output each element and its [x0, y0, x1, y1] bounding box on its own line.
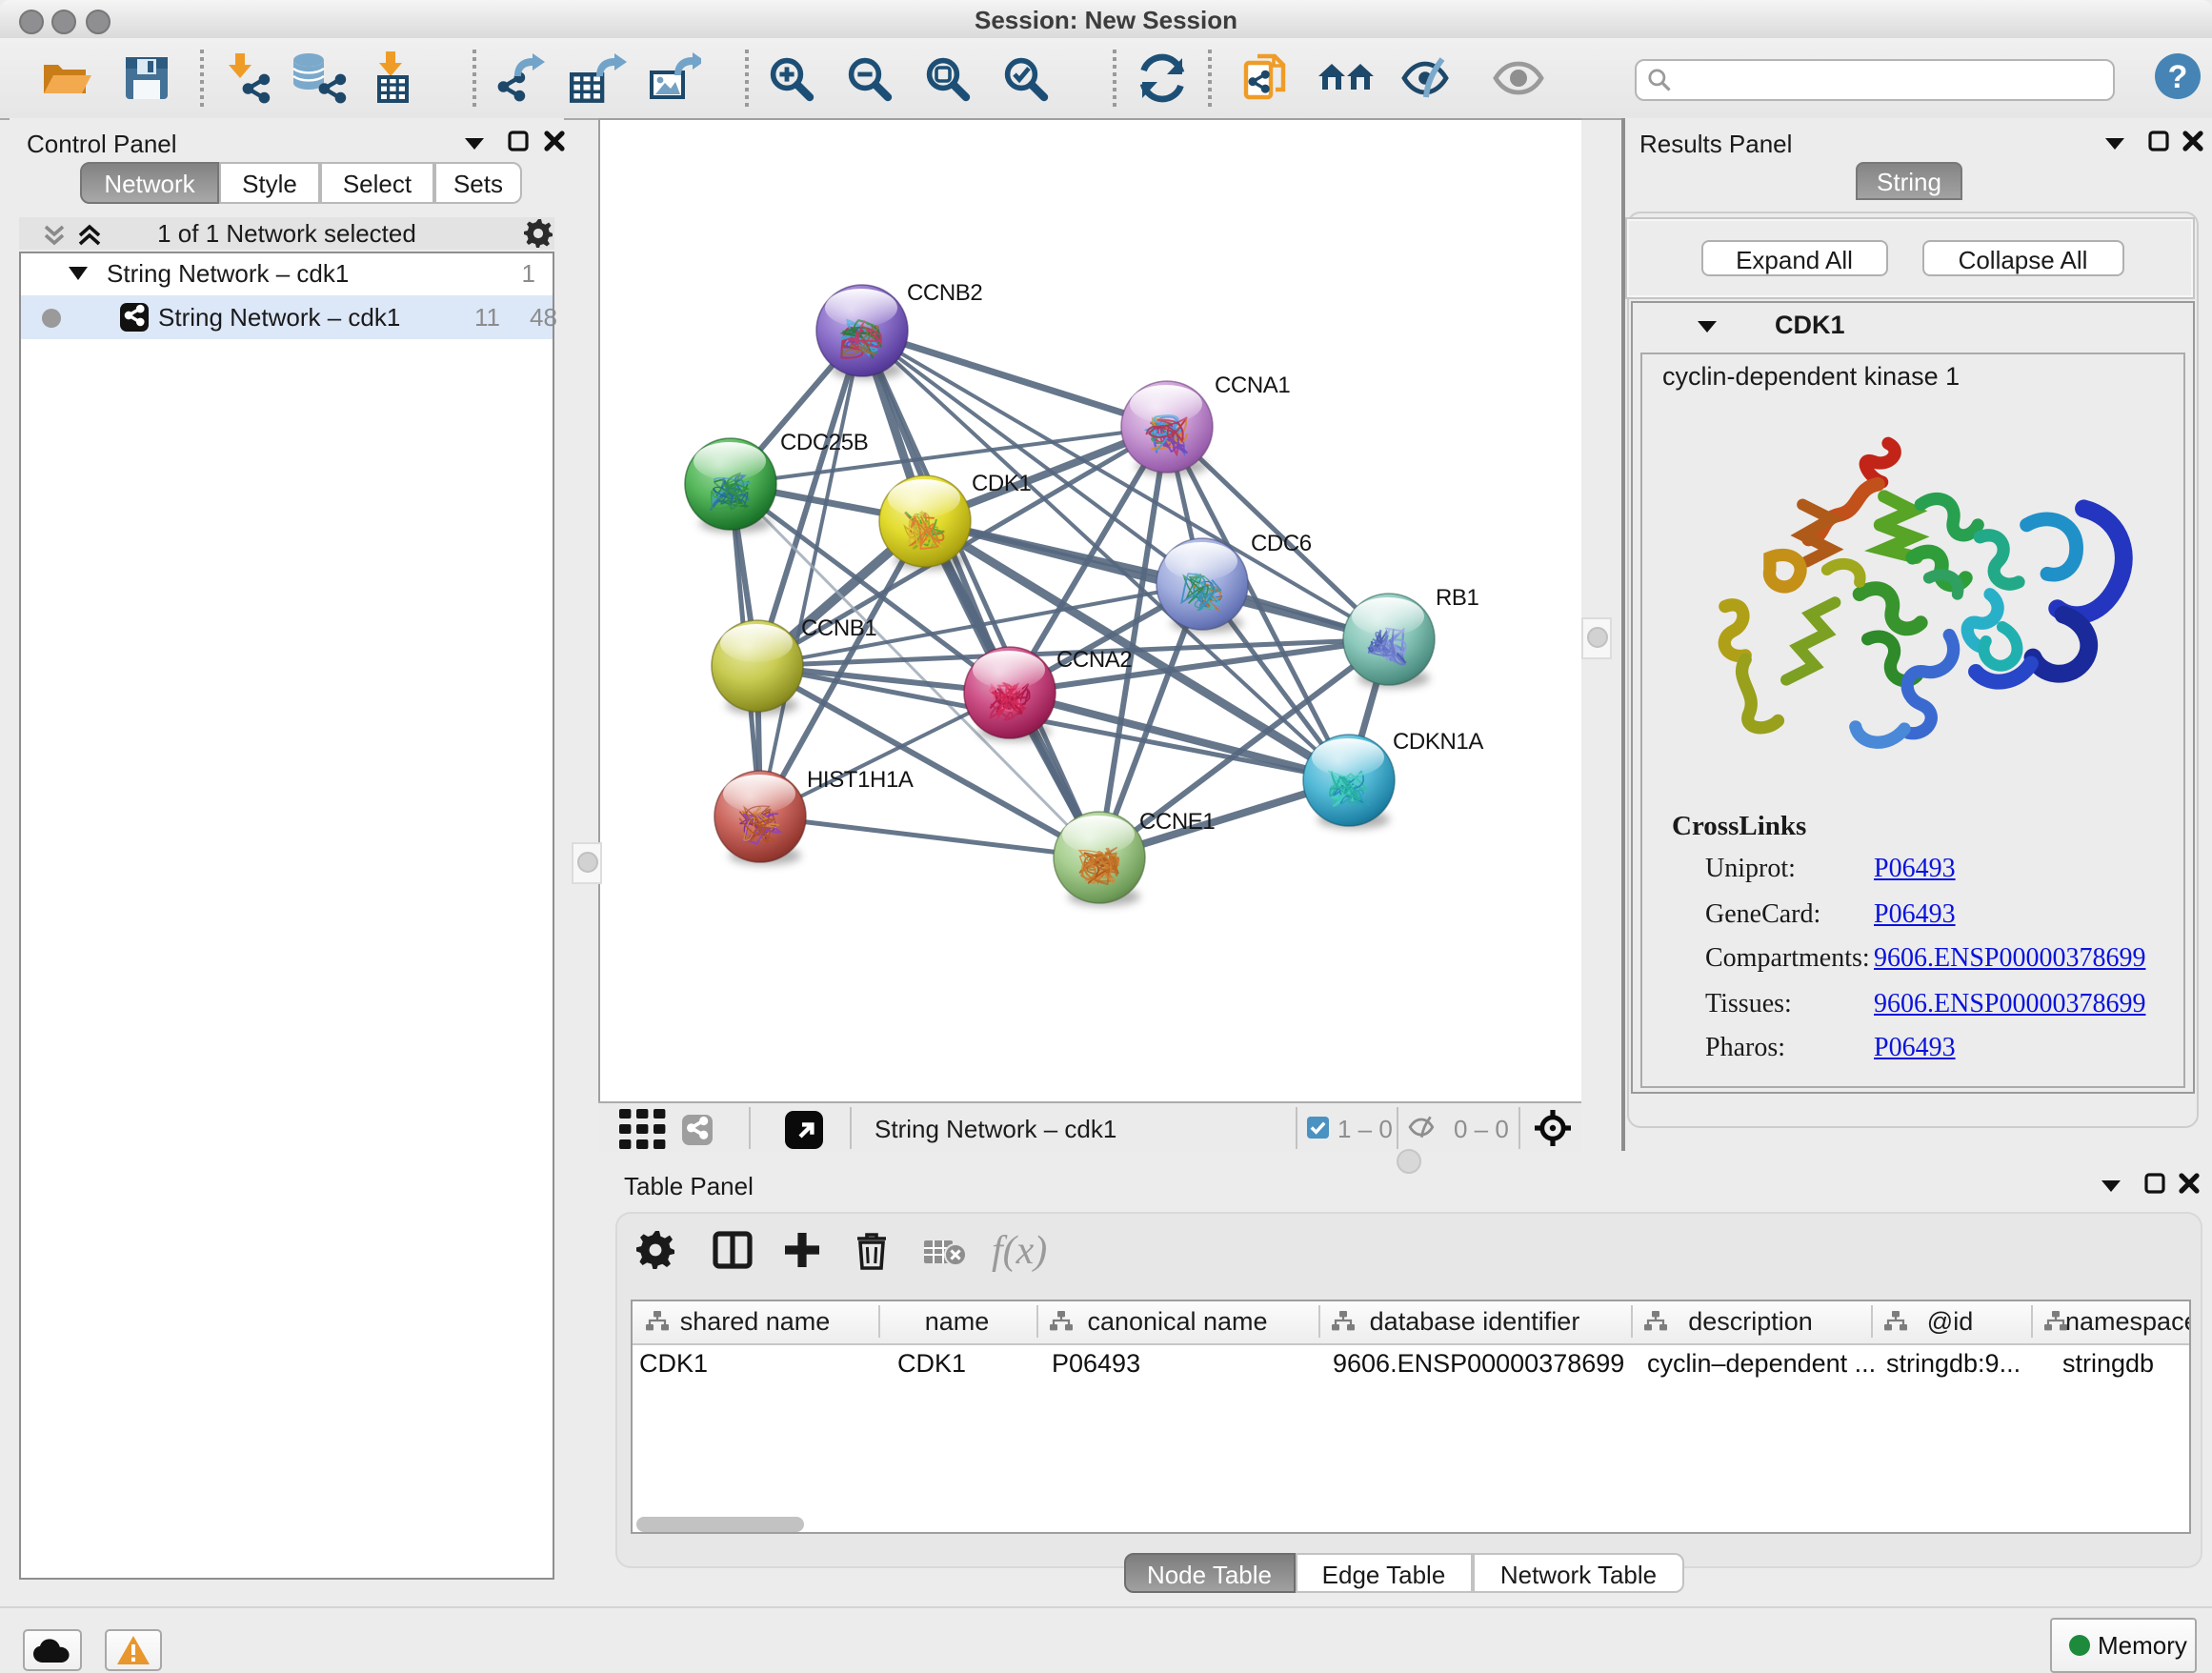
- svg-text:CDC25B: CDC25B: [780, 430, 868, 455]
- svg-text:CCNB2: CCNB2: [907, 280, 982, 306]
- svg-text:CCNA1: CCNA1: [1215, 373, 1290, 398]
- svg-text:CDKN1A: CDKN1A: [1393, 729, 1483, 755]
- svg-text:CCNB1: CCNB1: [801, 615, 876, 641]
- svg-text:HIST1H1A: HIST1H1A: [807, 767, 914, 793]
- svg-text:RB1: RB1: [1436, 585, 1479, 611]
- svg-text:CDK1: CDK1: [972, 471, 1031, 496]
- svg-text:CCNA2: CCNA2: [1056, 647, 1132, 673]
- svg-text:CCNE1: CCNE1: [1139, 809, 1215, 835]
- svg-text:CDC6: CDC6: [1251, 531, 1312, 556]
- svg-text:?: ?: [2168, 58, 2188, 94]
